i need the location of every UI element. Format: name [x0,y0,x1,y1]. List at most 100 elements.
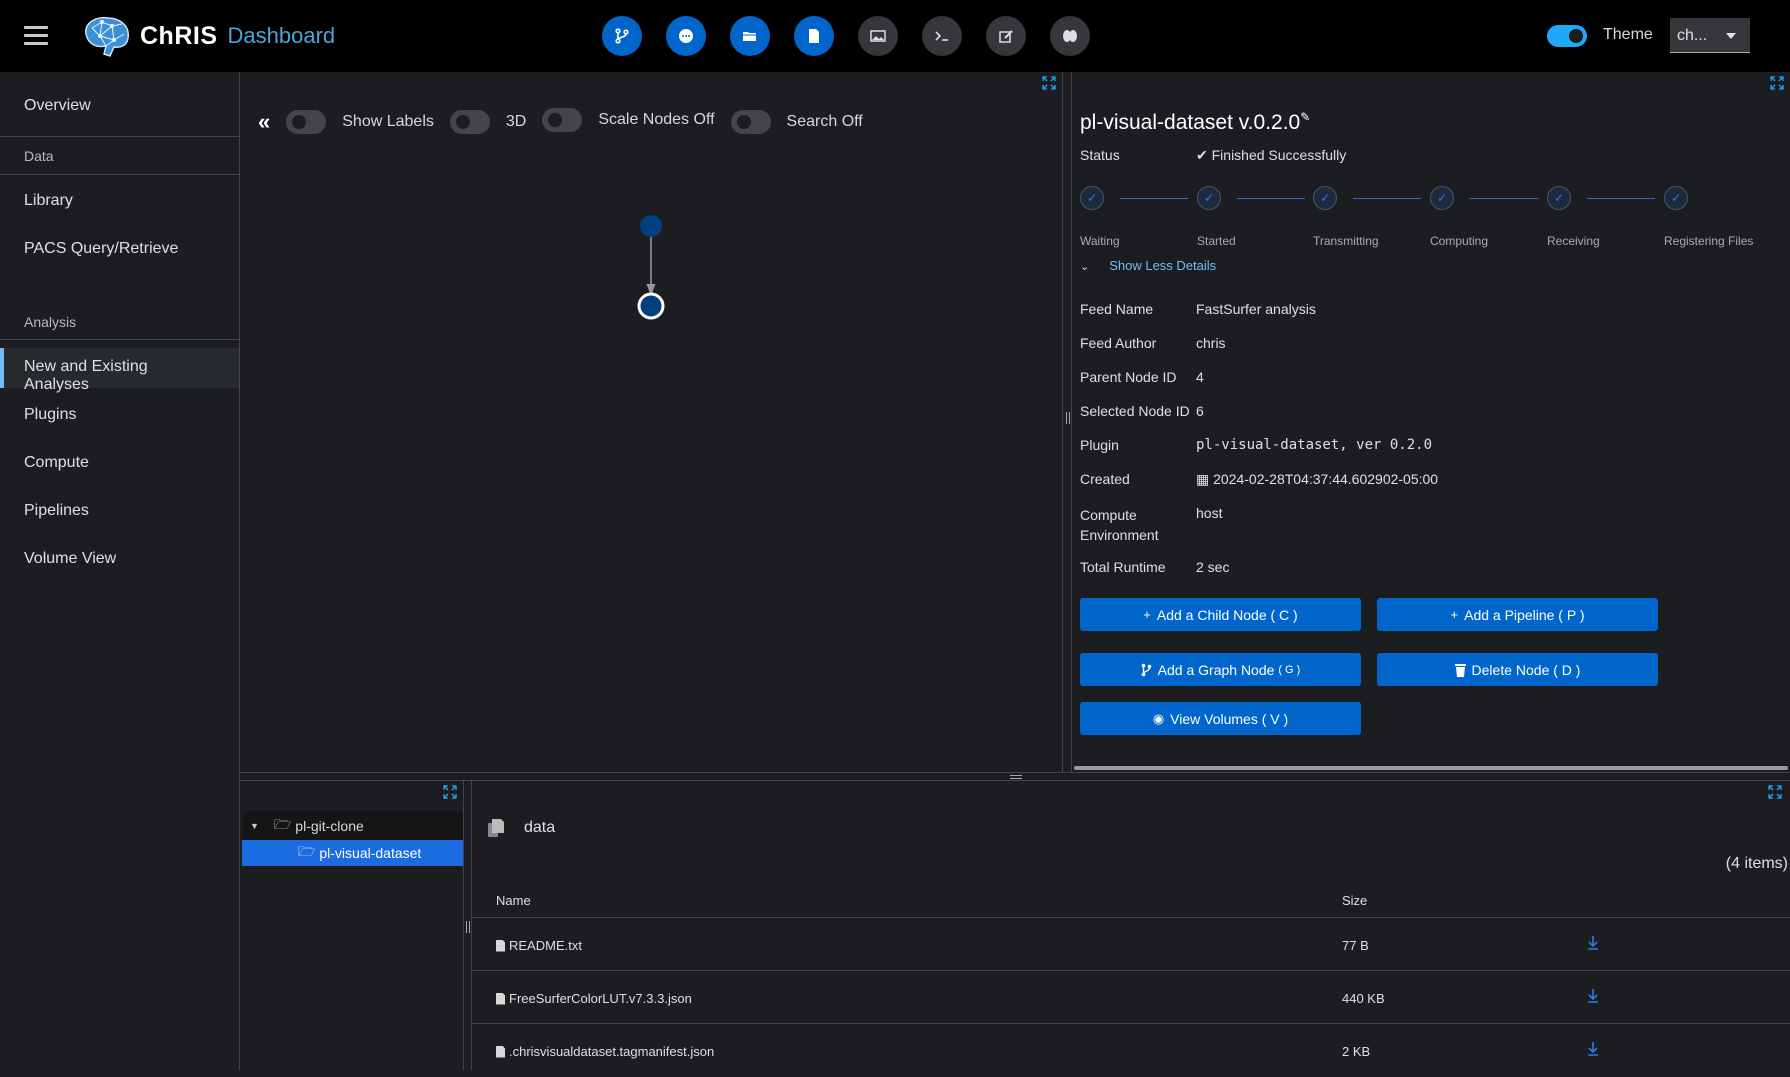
check-icon: ✔ [1196,147,1212,163]
button-shortcut: ( G ) [1278,663,1301,676]
feed-graph[interactable] [240,72,1062,772]
file-size: 2 KB [1342,1044,1371,1059]
sidebar-item-analyses[interactable]: New and Existing Analyses [0,348,239,393]
sidebar-item-overview[interactable]: Overview [0,87,239,127]
button-label: Add a Graph Node [1157,661,1275,678]
folder-view-button[interactable] [730,16,770,56]
expand-icon[interactable] [1768,785,1782,799]
image-view-button[interactable] [858,16,898,56]
add-pipeline-button[interactable]: + Add a Pipeline ( P ) [1377,598,1658,631]
sidebar-item-compute[interactable]: Compute [0,444,239,484]
file-icon [809,29,819,43]
theme-select[interactable]: ch... [1670,18,1750,53]
divider [0,136,239,137]
graph-view-button[interactable] [602,16,642,56]
add-graph-node-button[interactable]: Add a Graph Node ( G ) [1080,653,1361,686]
column-header-name[interactable]: Name [496,893,531,908]
brain-view-button[interactable] [1050,16,1090,56]
theme-toggle[interactable] [1547,25,1587,47]
terminal-view-button[interactable] [922,16,962,56]
brand-logo[interactable]: ChRIS Dashboard [80,10,335,62]
edit-title-icon[interactable]: ✎ [1300,110,1310,124]
file-name[interactable]: README.txt [496,938,582,953]
status-value: ✔ Finished Successfully [1196,147,1346,164]
delete-node-button[interactable]: Delete Node ( D ) [1377,653,1658,686]
tree-item-pl-git-clone[interactable]: ▼ 🗁 pl-git-clone [242,813,463,839]
field-created: Created ▦ 2024-02-28T04:37:44.602902-05:0… [1080,471,1438,488]
button-label: View Volumes ( V ) [1170,710,1289,727]
step-check-icon: ✓ [1197,186,1221,210]
sidebar-item-volume-view[interactable]: Volume View [0,540,239,580]
field-key: Created [1080,471,1130,487]
field-key: Plugin [1080,437,1119,453]
vertical-resize-handle[interactable] [1062,72,1072,772]
graph-node-icon [1141,663,1151,676]
search-label: Search Off [786,113,863,130]
tree-item-pl-visual-dataset[interactable]: 🗁 pl-visual-dataset [242,840,463,866]
plus-icon: + [1143,607,1151,622]
chevron-down-icon: ⌄ [1080,261,1090,273]
field-value: 6 [1196,403,1204,419]
progress-steps: ✓ ✓ ✓ ✓ ✓ ✓ Waiting Started Transmitting… [1080,186,1780,248]
brand-suffix: Dashboard [227,23,336,48]
download-icon[interactable] [1586,1040,1600,1058]
show-less-details-toggle[interactable]: ⌄ Show Less Details [1080,258,1216,273]
folder-name[interactable]: data [524,819,555,837]
sidebar: Overview Data Library PACS Query/Retriev… [0,72,240,1070]
button-label: Add a Pipeline ( P ) [1464,606,1585,623]
add-child-node-button[interactable]: + Add a Child Node ( C ) [1080,598,1361,631]
caret-down-icon[interactable]: ▼ [250,821,259,831]
view-volumes-button[interactable]: ◉ View Volumes ( V ) [1080,702,1361,735]
collapse-panel-icon[interactable]: « [258,111,270,133]
3d-switch[interactable] [449,110,490,134]
expand-icon[interactable] [1042,76,1056,90]
graph-node-icon [615,28,629,44]
copy-files-icon [488,819,504,837]
step-connector [1120,198,1188,199]
field-compute-environment: Compute Environment host [1080,505,1222,545]
graph-node-pl-visual-dataset-selected[interactable] [637,292,665,320]
graph-node-pl-git-clone[interactable] [640,215,662,237]
expand-icon[interactable] [443,785,457,799]
search-switch[interactable] [730,110,771,134]
step-connector [1470,198,1538,199]
table-row[interactable]: .chrisvisualdataset.tagmanifest.json 2 K… [472,1024,1790,1077]
file-name-text: README.txt [509,938,582,953]
show-labels-switch[interactable] [286,110,327,134]
edit-view-button[interactable] [986,16,1026,56]
sidebar-item-plugins[interactable]: Plugins [0,396,239,436]
graph-controls: « Show Labels 3D Scale Nodes Off Search … [258,108,879,134]
expand-icon[interactable] [1770,76,1784,90]
field-key: Compute Environment [1080,507,1159,543]
table-row[interactable]: README.txt 77 B [472,918,1790,971]
column-header-size[interactable]: Size [1342,893,1367,908]
top-header: ChRIS Dashboard Theme ch... [0,0,1790,72]
hamburger-menu-button[interactable] [24,26,48,46]
download-icon[interactable] [1586,987,1600,1005]
sidebar-item-pipelines[interactable]: Pipelines [0,492,239,532]
table-row[interactable]: FreeSurferColorLUT.v7.3.3.json 440 KB [472,971,1790,1024]
horizontal-scrollbar[interactable] [1074,766,1788,770]
step-check-icon: ✓ [1313,186,1337,210]
theme-select-value: ch... [1677,27,1708,44]
horizontal-resize-handle[interactable] [240,772,1790,781]
status-label: Status [1080,147,1120,163]
details-view-button[interactable] [666,16,706,56]
sidebar-item-pacs[interactable]: PACS Query/Retrieve [0,230,239,270]
folder-open-icon: 🗁 [298,843,316,859]
file-name[interactable]: .chrisvisualdataset.tagmanifest.json [496,1044,714,1059]
sidebar-item-library[interactable]: Library [0,182,239,222]
file-size: 77 B [1342,938,1369,953]
brain-logo-icon [85,16,129,57]
file-name[interactable]: FreeSurferColorLUT.v7.3.3.json [496,991,692,1006]
file-name-text: FreeSurferColorLUT.v7.3.3.json [509,991,692,1006]
file-browser-panel: data (4 items) Name Size README.txt 77 B… [472,781,1790,1070]
file-name-text: .chrisvisualdataset.tagmanifest.json [509,1044,715,1059]
scale-nodes-switch[interactable] [542,108,583,132]
download-icon[interactable] [1586,934,1600,952]
field-selected-node-id: Selected Node ID 6 [1080,403,1204,419]
scale-nodes-label: Scale Nodes Off [598,111,715,128]
file-view-button[interactable] [794,16,834,56]
tree-resize-handle[interactable] [463,781,472,1070]
created-value: 2024-02-28T04:37:44.602902-05:00 [1213,471,1439,487]
